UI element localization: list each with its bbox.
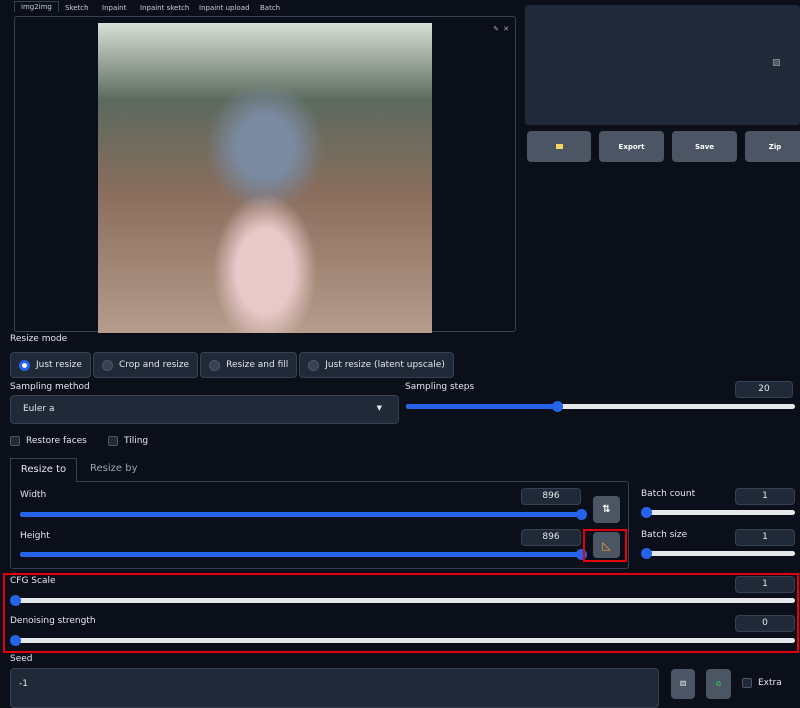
extra-checkbox[interactable]: Extra bbox=[742, 678, 782, 688]
sampling-method-dropdown[interactable]: Euler a ▼ bbox=[10, 395, 399, 424]
denoising-strength-input[interactable]: 0 bbox=[735, 615, 795, 632]
swap-icon: ⇅ bbox=[602, 504, 611, 515]
sampling-steps-slider[interactable] bbox=[406, 401, 795, 412]
sampling-steps-label: Sampling steps bbox=[405, 382, 475, 392]
slider-thumb[interactable] bbox=[551, 401, 563, 412]
cfg-scale-slider[interactable] bbox=[10, 595, 795, 606]
seed-input[interactable]: -1 bbox=[10, 668, 659, 708]
close-icon[interactable]: ✕ bbox=[503, 25, 509, 33]
restore-faces-checkbox[interactable]: Restore faces bbox=[10, 436, 87, 446]
radio-latent-upscale[interactable]: Just resize (latent upscale) bbox=[299, 352, 454, 378]
batch-count-slider[interactable] bbox=[641, 507, 795, 518]
output-gallery: ▨ bbox=[525, 5, 800, 125]
resize-mode-label: Resize mode bbox=[10, 334, 68, 344]
height-input[interactable]: 896 bbox=[521, 529, 581, 546]
tab-img2img[interactable]: img2img bbox=[14, 1, 59, 12]
batch-size-slider[interactable] bbox=[641, 548, 795, 559]
image-placeholder-icon: ▨ bbox=[772, 58, 781, 68]
resize-mode-radio-group: Just resize Crop and resize Resize and f… bbox=[10, 352, 454, 378]
open-folder-button[interactable] bbox=[527, 131, 591, 162]
ruler-triangle-icon: ◺ bbox=[602, 538, 611, 552]
width-label: Width bbox=[20, 490, 47, 500]
cfg-scale-label: CFG Scale bbox=[10, 576, 56, 586]
zip-button[interactable]: Zip bbox=[745, 131, 800, 162]
dice-icon: ⚄ bbox=[679, 680, 687, 688]
tab-sketch[interactable]: Sketch bbox=[65, 4, 89, 12]
slider-fill bbox=[20, 512, 581, 517]
tab-inpaint[interactable]: Inpaint bbox=[102, 4, 126, 12]
slider-fill bbox=[406, 404, 557, 409]
batch-count-input[interactable]: 1 bbox=[735, 488, 795, 505]
slider-fill bbox=[20, 552, 581, 557]
slider-thumb[interactable] bbox=[10, 635, 21, 646]
export-button[interactable]: Export bbox=[599, 131, 664, 162]
sampling-method-label: Sampling method bbox=[10, 382, 90, 392]
tab-inpaint-sketch[interactable]: Inpaint sketch bbox=[140, 4, 189, 12]
tab-resize-by[interactable]: Resize by bbox=[90, 463, 138, 474]
edit-icon[interactable]: ✎ bbox=[493, 25, 499, 33]
width-input[interactable]: 896 bbox=[521, 488, 581, 505]
batch-size-label: Batch size bbox=[641, 530, 688, 540]
reuse-seed-button[interactable]: ♻ bbox=[706, 669, 731, 699]
folder-icon bbox=[555, 144, 563, 149]
slider-thumb[interactable] bbox=[576, 509, 587, 520]
tab-resize-to[interactable]: Resize to bbox=[10, 458, 77, 482]
slider-thumb[interactable] bbox=[641, 548, 652, 559]
seed-label: Seed bbox=[10, 654, 33, 664]
uploaded-image bbox=[98, 23, 432, 333]
batch-count-label: Batch count bbox=[641, 489, 696, 499]
tab-inpaint-upload[interactable]: Inpaint upload bbox=[199, 4, 249, 12]
cfg-scale-input[interactable]: 1 bbox=[735, 576, 795, 593]
save-button[interactable]: Save bbox=[672, 131, 737, 162]
radio-crop-and-resize[interactable]: Crop and resize bbox=[92, 352, 199, 378]
aspect-ratio-button[interactable]: ◺ bbox=[593, 532, 620, 558]
chevron-down-icon: ▼ bbox=[376, 404, 382, 412]
swap-dimensions-button[interactable]: ⇅ bbox=[593, 496, 620, 523]
height-label: Height bbox=[20, 531, 50, 541]
batch-size-input[interactable]: 1 bbox=[735, 529, 795, 546]
tiling-checkbox[interactable]: Tiling bbox=[108, 436, 148, 446]
slider-thumb[interactable] bbox=[641, 507, 652, 518]
sampling-method-value: Euler a bbox=[23, 404, 55, 414]
denoising-strength-slider[interactable] bbox=[10, 635, 795, 646]
radio-just-resize[interactable]: Just resize bbox=[10, 352, 91, 378]
slider-thumb[interactable] bbox=[10, 595, 21, 606]
tab-batch[interactable]: Batch bbox=[260, 4, 280, 12]
height-slider[interactable] bbox=[20, 549, 587, 560]
denoising-strength-label: Denoising strength bbox=[10, 616, 96, 626]
radio-resize-and-fill[interactable]: Resize and fill bbox=[200, 352, 298, 378]
width-slider[interactable] bbox=[20, 509, 587, 520]
random-seed-button[interactable]: ⚄ bbox=[671, 669, 695, 699]
recycle-icon: ♻ bbox=[715, 680, 722, 688]
sampling-steps-input[interactable]: 20 bbox=[735, 381, 793, 398]
image-input-panel[interactable]: ✎ ✕ bbox=[14, 16, 516, 333]
